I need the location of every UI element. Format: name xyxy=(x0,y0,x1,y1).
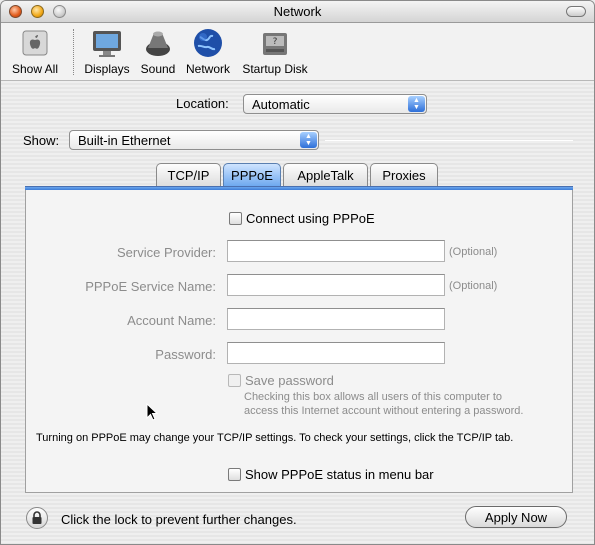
apply-now-label: Apply Now xyxy=(484,510,548,525)
location-label: Location: xyxy=(176,96,229,111)
toolbar-displays-label: Displays xyxy=(84,62,130,76)
popup-arrows-icon: ▲ ▼ xyxy=(408,96,425,112)
toolbar: Show All Displays Sound Network ? Startu… xyxy=(1,23,594,81)
save-password-checkbox[interactable] xyxy=(228,374,241,387)
save-password-hint-2: access this Internet account without ent… xyxy=(244,405,524,417)
pppoe-service-name-row: PPPoE Service Name: xyxy=(26,277,216,297)
toolbar-displays[interactable]: Displays xyxy=(81,27,133,76)
toolbar-startup-disk-label: Startup Disk xyxy=(242,62,308,76)
service-provider-label: Service Provider: xyxy=(117,245,216,260)
tab-proxies[interactable]: Proxies xyxy=(370,163,438,187)
network-preferences-window: Network Show All Displays Sound Network … xyxy=(0,0,595,545)
tab-appletalk-label: AppleTalk xyxy=(297,168,354,183)
speaker-icon xyxy=(142,27,174,59)
svg-text:?: ? xyxy=(273,37,278,47)
pppoe-service-name-optional: (Optional) xyxy=(449,280,498,292)
pppoe-info-text: Turning on PPPoE may change your TCP/IP … xyxy=(36,432,514,444)
service-provider-field[interactable] xyxy=(227,240,445,262)
location-popup[interactable]: Automatic ▲ ▼ xyxy=(243,94,427,114)
service-provider-row: Service Provider: xyxy=(26,243,216,263)
connect-pppoe-checkbox[interactable] xyxy=(229,212,242,225)
tab-pppoe[interactable]: PPPoE xyxy=(223,163,281,187)
apply-now-button[interactable]: Apply Now xyxy=(465,506,567,528)
show-pppoe-status-label: Show PPPoE status in menu bar xyxy=(245,467,434,482)
password-row: Password: xyxy=(26,345,216,365)
popup-arrows-icon: ▲ ▼ xyxy=(300,132,317,148)
lock-button[interactable] xyxy=(26,507,48,529)
connect-pppoe-label: Connect using PPPoE xyxy=(246,211,375,226)
account-name-row: Account Name: xyxy=(26,311,216,331)
toolbar-sound-label: Sound xyxy=(140,62,176,76)
toolbar-network[interactable]: Network xyxy=(183,27,233,76)
title-bar[interactable]: Network xyxy=(1,1,594,23)
tab-tcpip[interactable]: TCP/IP xyxy=(156,163,221,187)
password-label: Password: xyxy=(155,347,216,362)
pppoe-service-name-field[interactable] xyxy=(227,274,445,296)
tab-appletalk[interactable]: AppleTalk xyxy=(283,163,368,187)
service-provider-optional: (Optional) xyxy=(449,246,498,258)
save-password-label: Save password xyxy=(245,373,334,388)
password-field[interactable] xyxy=(227,342,445,364)
save-password-hint-1: Checking this box allows all users of th… xyxy=(244,391,503,403)
toolbar-network-label: Network xyxy=(185,62,230,76)
tab-pppoe-label: PPPoE xyxy=(231,168,273,183)
toolbar-show-all[interactable]: Show All xyxy=(7,27,63,76)
disk-icon: ? xyxy=(259,27,291,59)
tab-proxies-label: Proxies xyxy=(382,168,426,183)
pppoe-panel: Connect using PPPoE Service Provider: (O… xyxy=(25,190,573,493)
lock-status-text: Click the lock to prevent further change… xyxy=(61,512,297,527)
display-icon xyxy=(91,27,123,59)
show-pppoe-status-checkbox[interactable] xyxy=(228,468,241,481)
show-value: Built-in Ethernet xyxy=(78,133,171,148)
tab-tcpip-label: TCP/IP xyxy=(167,168,210,183)
show-label: Show: xyxy=(23,133,60,148)
globe-icon xyxy=(192,27,224,59)
toolbar-toggle-button[interactable] xyxy=(566,6,586,17)
toolbar-show-all-label: Show All xyxy=(11,62,59,76)
toolbar-startup-disk[interactable]: ? Startup Disk xyxy=(239,27,311,76)
account-name-field[interactable] xyxy=(227,308,445,330)
show-popup[interactable]: Built-in Ethernet ▲ ▼ xyxy=(69,130,319,150)
mouse-pointer-icon xyxy=(146,402,159,424)
window-title: Network xyxy=(273,4,322,19)
toolbar-sound[interactable]: Sound xyxy=(137,27,179,76)
location-value: Automatic xyxy=(252,97,310,112)
toolbar-separator xyxy=(73,29,74,75)
divider xyxy=(325,140,573,141)
pppoe-service-name-label: PPPoE Service Name: xyxy=(85,279,216,294)
account-name-label: Account Name: xyxy=(127,313,216,328)
apple-icon xyxy=(19,27,51,59)
lock-icon xyxy=(32,511,42,524)
